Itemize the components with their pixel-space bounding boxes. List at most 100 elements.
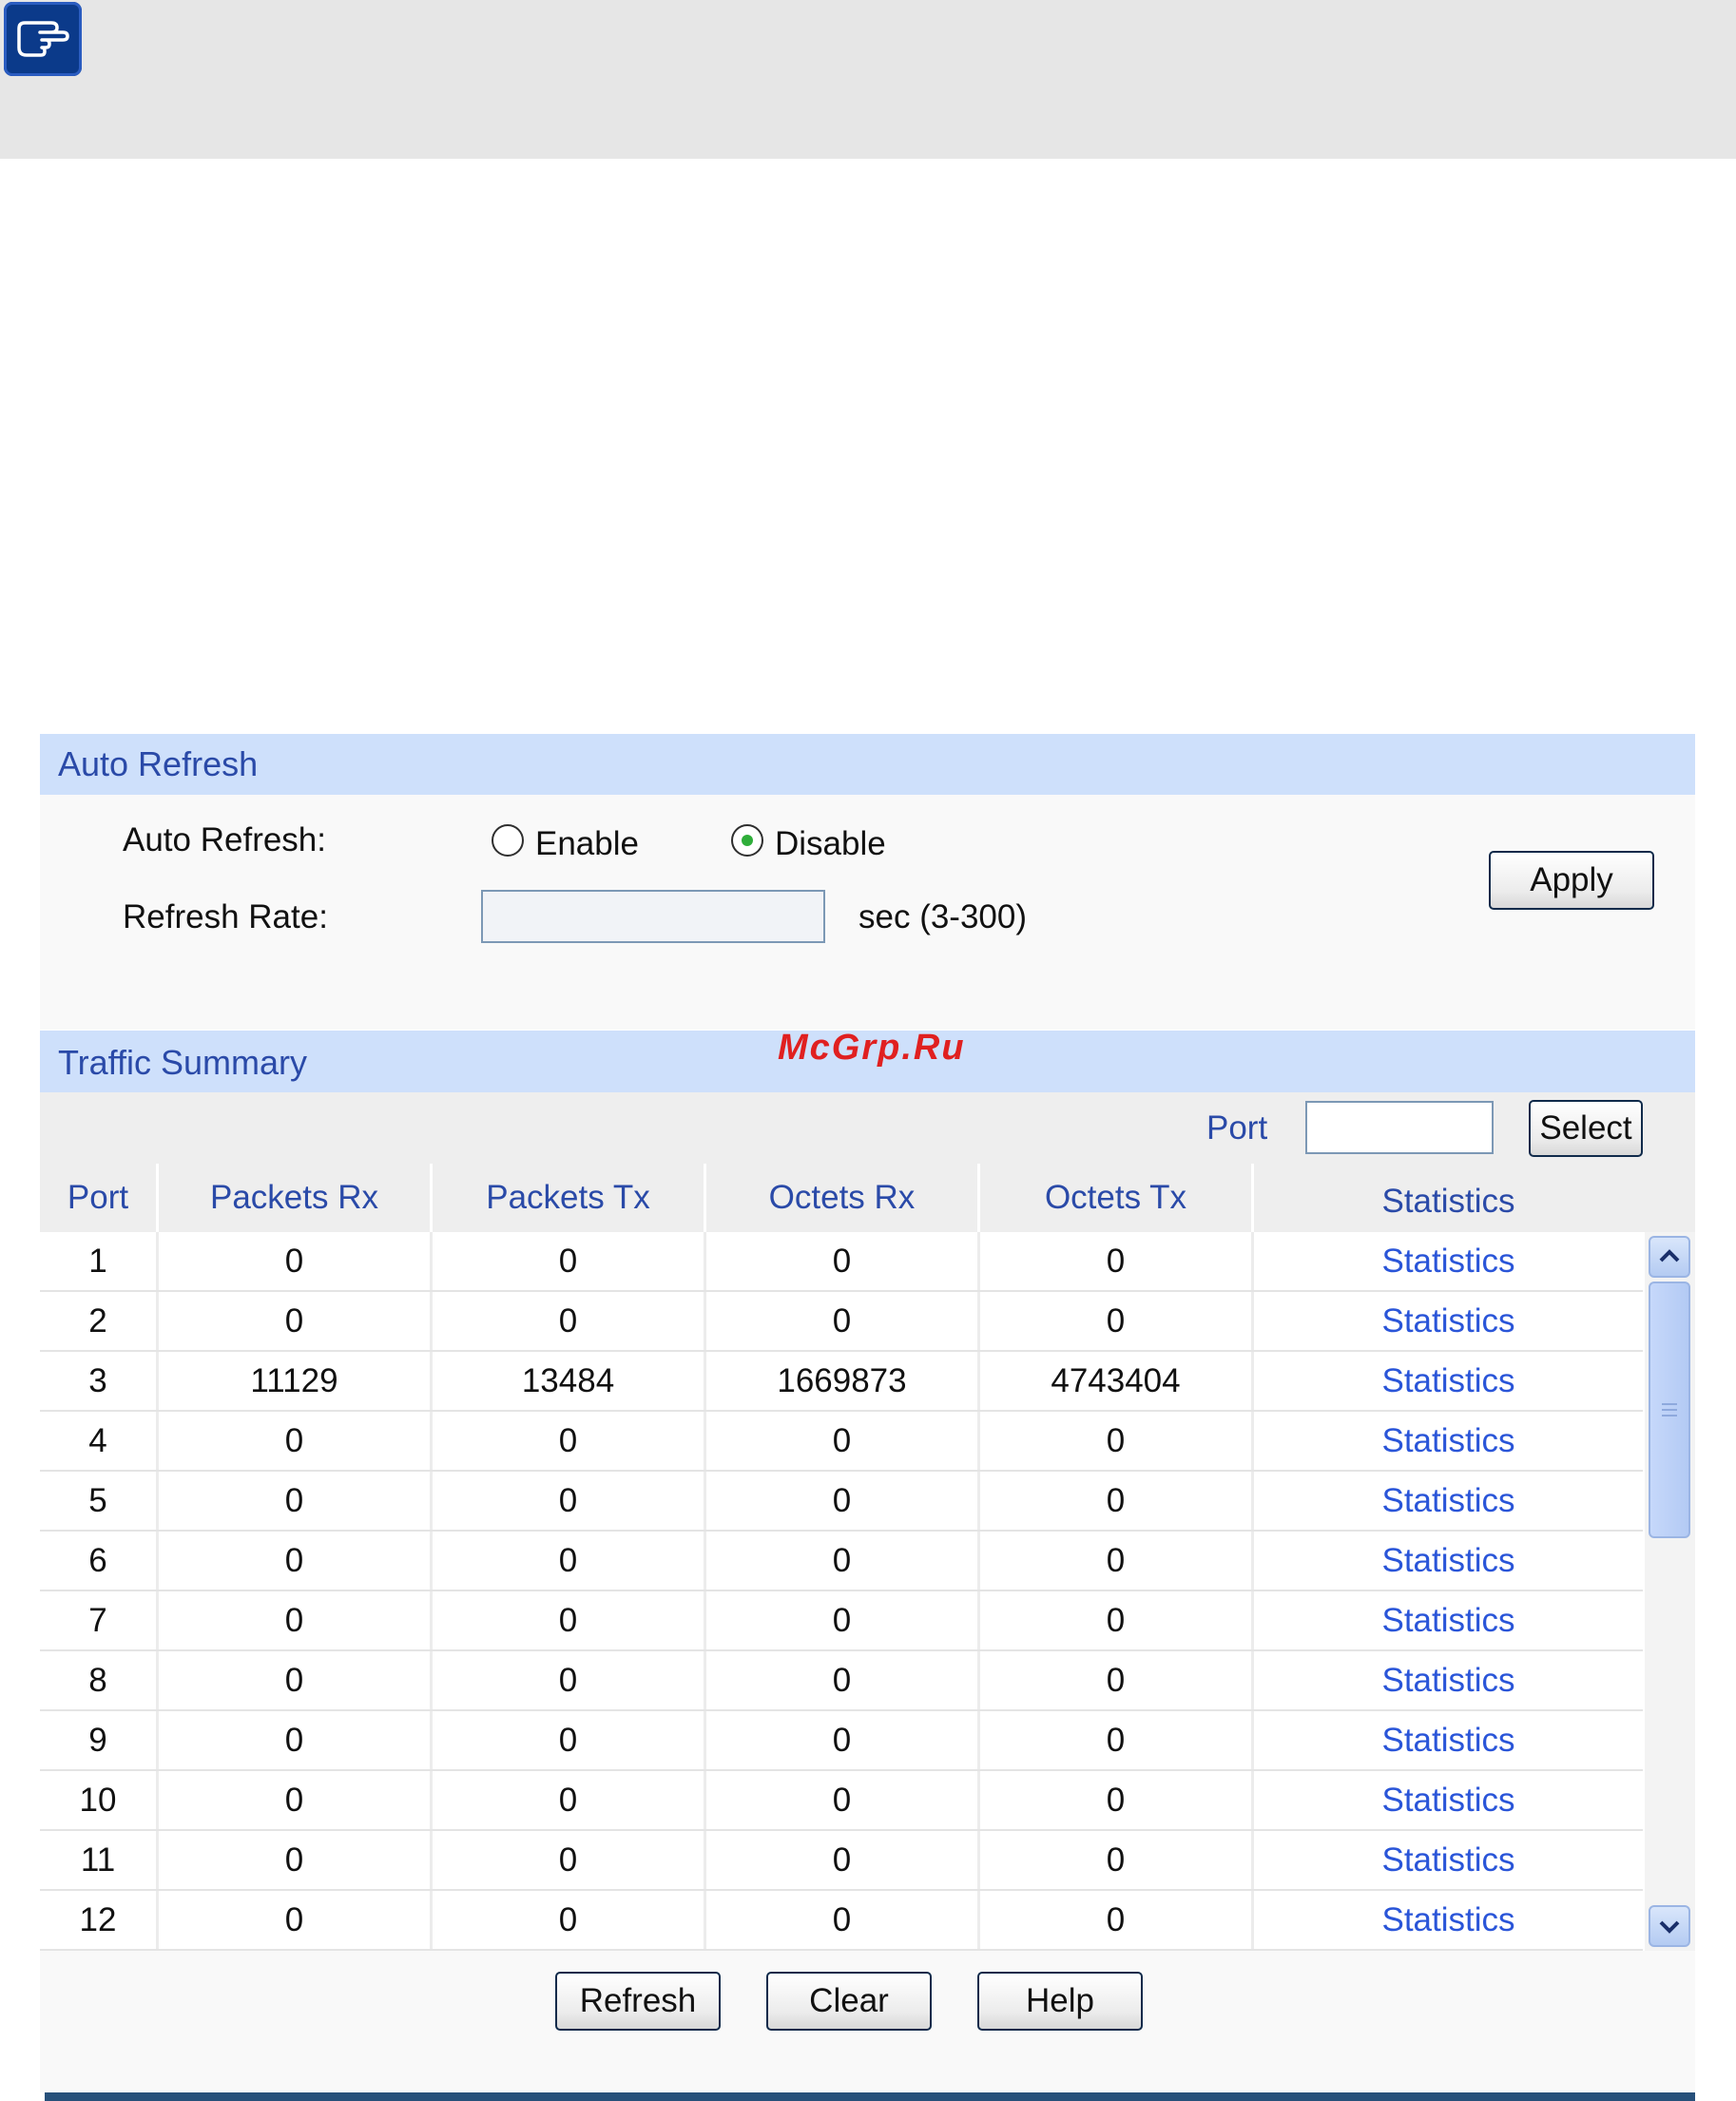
cell-packets-rx: 0 [159,1472,433,1530]
cell-port: 11 [40,1831,159,1889]
statistics-link[interactable]: Statistics [1254,1891,1643,1949]
cell-octets-rx: 0 [706,1771,980,1829]
cell-packets-tx: 13484 [433,1352,706,1410]
cell-octets-tx: 0 [980,1532,1254,1590]
cell-packets-rx: 0 [159,1232,433,1290]
statistics-link[interactable]: Statistics [1254,1472,1643,1530]
refresh-button[interactable]: Refresh [555,1972,721,2031]
table-row: 2 0 0 0 0 Statistics [40,1292,1643,1352]
select-button[interactable]: Select [1529,1100,1643,1157]
clear-button[interactable]: Clear [766,1972,932,2031]
cell-packets-tx: 0 [433,1591,706,1649]
cell-octets-tx: 0 [980,1771,1254,1829]
column-header-octets-rx: Octets Rx [706,1164,980,1232]
cell-port: 12 [40,1891,159,1949]
cell-packets-rx: 0 [159,1771,433,1829]
column-header-statistics: Statistics [1381,1183,1515,1220]
auto-refresh-label: Auto Refresh: [123,821,326,858]
traffic-summary-title: Traffic Summary [58,1043,308,1082]
cell-octets-tx: 0 [980,1232,1254,1290]
cell-port: 5 [40,1472,159,1530]
statistics-link[interactable]: Statistics [1254,1591,1643,1649]
cell-octets-rx: 0 [706,1591,980,1649]
table-row: 11 0 0 0 0 Statistics [40,1831,1643,1891]
scroll-up-button[interactable] [1649,1236,1690,1278]
cell-octets-tx: 0 [980,1292,1254,1350]
scroll-thumb[interactable] [1649,1282,1690,1538]
table-row: 6 0 0 0 0 Statistics [40,1532,1643,1591]
disable-radio[interactable] [731,824,763,857]
port-filter-label: Port [1206,1109,1268,1147]
cell-octets-rx: 0 [706,1292,980,1350]
chevron-up-icon [1659,1249,1680,1263]
enable-label[interactable]: Enable [535,825,639,863]
enable-radio[interactable] [492,824,524,857]
refresh-rate-label: Refresh Rate: [123,898,328,935]
cell-octets-rx: 0 [706,1891,980,1949]
grip-icon [1662,1403,1677,1417]
cell-octets-tx: 0 [980,1711,1254,1769]
cell-packets-tx: 0 [433,1472,706,1530]
cell-octets-rx: 0 [706,1532,980,1590]
cell-port: 7 [40,1591,159,1649]
cell-octets-rx: 0 [706,1831,980,1889]
cell-octets-tx: 0 [980,1472,1254,1530]
column-header-packets-rx: Packets Rx [159,1164,433,1232]
pointing-hand-icon [4,2,82,76]
statistics-link[interactable]: Statistics [1254,1771,1643,1829]
cell-port: 9 [40,1711,159,1769]
disable-label[interactable]: Disable [775,825,886,863]
apply-button[interactable]: Apply [1489,851,1654,910]
cell-packets-tx: 0 [433,1891,706,1949]
cell-packets-tx: 0 [433,1711,706,1769]
table-row: 5 0 0 0 0 Statistics [40,1472,1643,1532]
statistics-link[interactable]: Statistics [1254,1831,1643,1889]
cell-packets-tx: 0 [433,1651,706,1709]
table-row: 1 0 0 0 0 Statistics [40,1232,1643,1292]
statistics-link[interactable]: Statistics [1254,1651,1643,1709]
auto-refresh-header: Auto Refresh [40,734,1695,795]
table-row: 8 0 0 0 0 Statistics [40,1651,1643,1711]
cell-octets-tx: 0 [980,1651,1254,1709]
statistics-link[interactable]: Statistics [1254,1232,1643,1290]
cell-packets-rx: 0 [159,1591,433,1649]
cell-packets-rx: 0 [159,1412,433,1470]
cell-octets-rx: 0 [706,1232,980,1290]
cell-port: 6 [40,1532,159,1590]
help-button[interactable]: Help [977,1972,1143,2031]
refresh-rate-input[interactable] [481,890,825,943]
cell-packets-rx: 0 [159,1651,433,1709]
cell-port: 2 [40,1292,159,1350]
statistics-link[interactable]: Statistics [1254,1412,1643,1470]
cell-packets-tx: 0 [433,1292,706,1350]
table-row: 3 11129 13484 1669873 4743404 Statistics [40,1352,1643,1412]
cell-octets-rx: 0 [706,1472,980,1530]
table-scrollbar[interactable] [1645,1232,1695,1951]
table-row: 9 0 0 0 0 Statistics [40,1711,1643,1771]
cell-octets-tx: 0 [980,1591,1254,1649]
cell-octets-tx: 0 [980,1412,1254,1470]
scroll-down-button[interactable] [1649,1905,1690,1947]
cell-octets-tx: 4743404 [980,1352,1254,1410]
cell-packets-rx: 0 [159,1711,433,1769]
cell-octets-rx: 0 [706,1651,980,1709]
statistics-link[interactable]: Statistics [1254,1711,1643,1769]
cell-octets-rx: 1669873 [706,1352,980,1410]
statistics-link[interactable]: Statistics [1254,1532,1643,1590]
cell-packets-rx: 0 [159,1891,433,1949]
table-row: 10 0 0 0 0 Statistics [40,1771,1643,1831]
cell-octets-tx: 0 [980,1831,1254,1889]
watermark: McGrp.Ru [778,1028,966,1068]
table-row: 12 0 0 0 0 Statistics [40,1891,1643,1951]
table-row: 4 0 0 0 0 Statistics [40,1412,1643,1472]
refresh-rate-unit: sec (3-300) [858,898,1028,935]
cell-packets-tx: 0 [433,1412,706,1470]
cell-port: 8 [40,1651,159,1709]
cell-packets-rx: 11129 [159,1352,433,1410]
statistics-link[interactable]: Statistics [1254,1292,1643,1350]
cell-port: 1 [40,1232,159,1290]
statistics-link[interactable]: Statistics [1254,1352,1643,1410]
footer-divider [45,2092,1695,2101]
cell-octets-rx: 0 [706,1412,980,1470]
port-filter-input[interactable] [1305,1101,1494,1154]
